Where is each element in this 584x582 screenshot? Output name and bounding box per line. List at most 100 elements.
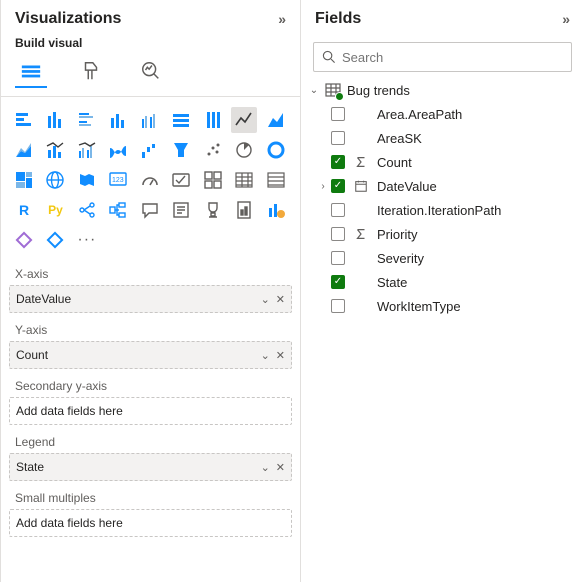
field-row[interactable]: State xyxy=(331,270,580,294)
viz-clustered-bar-icon[interactable] xyxy=(74,107,100,133)
fields-header: Fields » xyxy=(301,0,584,34)
table-icon xyxy=(325,82,341,98)
xaxis-remove-icon[interactable]: ✕ xyxy=(276,293,285,306)
viz-stacked-bar-h-icon[interactable] xyxy=(42,107,68,133)
field-row[interactable]: Priority xyxy=(331,222,580,246)
viz-qa-icon[interactable] xyxy=(137,197,163,223)
yaxis-field[interactable]: Count xyxy=(16,348,261,362)
viz-treemap-icon[interactable] xyxy=(11,167,37,193)
viz-area-chart-icon[interactable] xyxy=(263,107,289,133)
field-checkbox[interactable] xyxy=(331,131,345,145)
fields-tree: ⌄ Bug trends Area.AreaPathAreaSKCount›Da… xyxy=(301,78,584,318)
field-row[interactable]: AreaSK xyxy=(331,126,580,150)
viz-line-clustered-icon[interactable] xyxy=(74,137,100,163)
field-checkbox[interactable] xyxy=(331,155,345,169)
field-name: WorkItemType xyxy=(377,299,461,314)
collapse-visualizations-icon[interactable]: » xyxy=(278,11,286,27)
xaxis-dropdown-icon[interactable]: ⌄ xyxy=(261,293,270,306)
secondary-yaxis-label: Secondary y-axis xyxy=(9,375,292,397)
field-row[interactable]: Area.AreaPath xyxy=(331,102,580,126)
viz-line-stacked-icon[interactable] xyxy=(42,137,68,163)
field-row[interactable]: Count xyxy=(331,150,580,174)
viz-slicer-icon[interactable] xyxy=(263,167,289,193)
viz-donut-icon[interactable] xyxy=(263,137,289,163)
search-icon xyxy=(322,50,336,64)
viz-stacked-bar-icon[interactable] xyxy=(11,107,37,133)
viz-trophy-icon[interactable] xyxy=(200,197,226,223)
legend-well[interactable]: State ⌄ ✕ xyxy=(9,453,292,481)
fields-search-input[interactable] xyxy=(342,50,563,65)
secondary-yaxis-well[interactable]: Add data fields here xyxy=(9,397,292,425)
analytics-tab[interactable] xyxy=(135,56,167,88)
fields-pane: Fields » ⌄ Bug trends Area.AreaPathAreaS… xyxy=(300,0,584,582)
field-checkbox[interactable] xyxy=(331,179,345,193)
viz-ribbon-icon[interactable] xyxy=(105,137,131,163)
viz-stacked-area-icon[interactable] xyxy=(11,137,37,163)
viz-100-column-icon[interactable] xyxy=(200,107,226,133)
field-checkbox[interactable] xyxy=(331,251,345,265)
viz-multi-card-icon[interactable] xyxy=(200,167,226,193)
field-row[interactable]: WorkItemType xyxy=(331,294,580,318)
viz-smart-narrative-icon[interactable] xyxy=(168,197,194,223)
viz-pie-icon[interactable] xyxy=(231,137,257,163)
legend-remove-icon[interactable]: ✕ xyxy=(276,461,285,474)
table-name: Bug trends xyxy=(347,83,410,98)
field-checkbox[interactable] xyxy=(331,227,345,241)
chevron-right-icon[interactable]: › xyxy=(317,181,329,192)
viz-filled-map-icon[interactable] xyxy=(74,167,100,193)
table-bug-trends[interactable]: ⌄ Bug trends xyxy=(309,78,580,102)
yaxis-remove-icon[interactable]: ✕ xyxy=(276,349,285,362)
xaxis-field[interactable]: DateValue xyxy=(16,292,261,306)
viz-tabs xyxy=(1,56,300,97)
viz-gauge-icon[interactable] xyxy=(137,167,163,193)
yaxis-dropdown-icon[interactable]: ⌄ xyxy=(261,349,270,362)
viz-stacked-column-icon[interactable] xyxy=(105,107,131,133)
viz-waterfall-icon[interactable] xyxy=(137,137,163,163)
chevron-down-icon[interactable]: ⌄ xyxy=(309,85,319,96)
fields-title: Fields xyxy=(315,10,361,28)
small-multiples-label: Small multiples xyxy=(9,487,292,509)
viz-key-influencers-icon[interactable] xyxy=(74,197,100,223)
xaxis-label: X-axis xyxy=(9,263,292,285)
legend-field[interactable]: State xyxy=(16,460,261,474)
field-name: Priority xyxy=(377,227,417,242)
calendar-icon xyxy=(353,179,369,193)
legend-dropdown-icon[interactable]: ⌄ xyxy=(261,461,270,474)
viz-100-bar-icon[interactable] xyxy=(168,107,194,133)
viz-more-visuals-icon[interactable] xyxy=(263,197,289,223)
viz-azure-map-icon[interactable]: 123 xyxy=(105,167,131,193)
field-row[interactable]: Iteration.IterationPath xyxy=(331,198,580,222)
viz-clustered-column-icon[interactable] xyxy=(137,107,163,133)
field-row[interactable]: Severity xyxy=(331,246,580,270)
small-multiples-well[interactable]: Add data fields here xyxy=(9,509,292,537)
visualizations-title: Visualizations xyxy=(15,10,121,28)
viz-map-icon[interactable] xyxy=(42,167,68,193)
fields-search[interactable] xyxy=(313,42,572,72)
viz-scatter-icon[interactable] xyxy=(200,137,226,163)
format-visual-tab[interactable] xyxy=(75,56,107,88)
field-name: DateValue xyxy=(377,179,437,194)
viz-arcgis-icon[interactable] xyxy=(11,227,37,253)
viz-paginated-icon[interactable] xyxy=(231,197,257,223)
viz-ellipsis-icon[interactable]: ··· xyxy=(74,227,100,253)
viz-line-chart-icon[interactable] xyxy=(231,107,257,133)
field-row[interactable]: ›DateValue xyxy=(331,174,580,198)
viz-r-icon[interactable]: R xyxy=(11,197,37,223)
visualizations-pane: Visualizations » Build visual xyxy=(0,0,300,582)
field-checkbox[interactable] xyxy=(331,299,345,313)
field-checkbox[interactable] xyxy=(331,275,345,289)
field-checkbox[interactable] xyxy=(331,203,345,217)
xaxis-well[interactable]: DateValue ⌄ ✕ xyxy=(9,285,292,313)
viz-powerapps-icon[interactable] xyxy=(42,227,68,253)
viz-funnel-icon[interactable] xyxy=(168,137,194,163)
field-checkbox[interactable] xyxy=(331,107,345,121)
yaxis-well[interactable]: Count ⌄ ✕ xyxy=(9,341,292,369)
table-refresh-badge-icon xyxy=(335,92,344,101)
build-visual-tab[interactable] xyxy=(15,56,47,88)
viz-card-icon[interactable] xyxy=(168,167,194,193)
viz-decomposition-icon[interactable] xyxy=(105,197,131,223)
collapse-fields-icon[interactable]: » xyxy=(562,11,570,27)
secondary-yaxis-placeholder: Add data fields here xyxy=(16,404,285,418)
viz-py-icon[interactable]: Py xyxy=(42,197,68,223)
viz-kpi-icon[interactable] xyxy=(231,167,257,193)
